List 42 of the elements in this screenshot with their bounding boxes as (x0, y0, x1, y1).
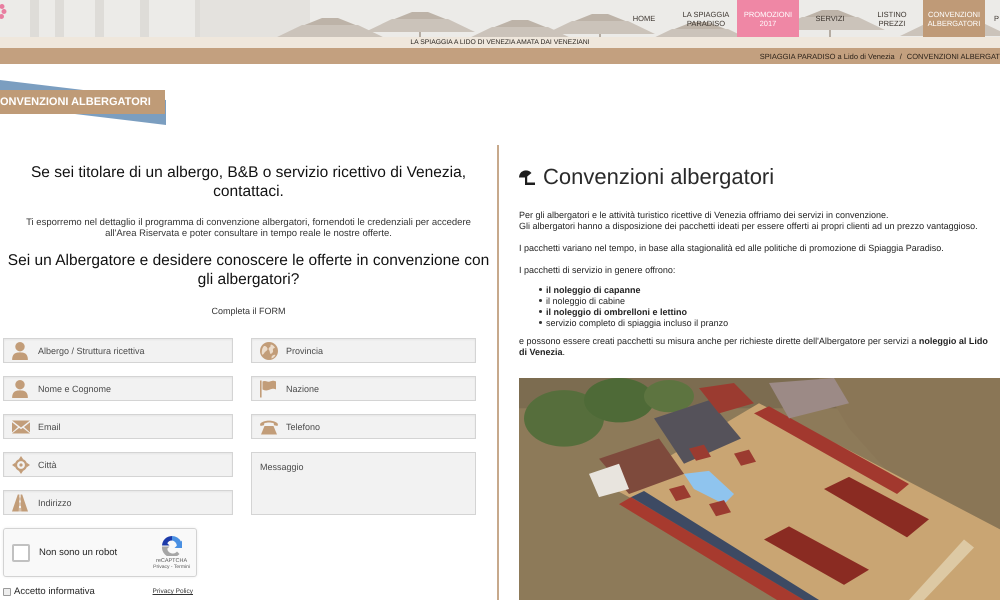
consent-label: Accetto informativa (14, 586, 95, 597)
list-item-text: servizio completo di spiaggia incluso il pranzo (546, 318, 728, 328)
input-field[interactable]: Albergo / Struttura ricettiva (3, 338, 233, 363)
person-icon (12, 380, 28, 398)
intro-text: Ti esporremo nel dettaglio il programma di convenzione albergatori, fornendoti le credenziali per accedere all'Area Riservata e poter consultare in tempo reale le nostre offerte. (25, 217, 472, 239)
paragraph-text: I pacchetti di servizio in genere offrono: (519, 265, 676, 276)
input-field[interactable]: Nome e Cognome (3, 376, 233, 401)
phone-icon (260, 419, 278, 434)
list-item-text: il noleggio di ombrelloni e lettino (546, 306, 687, 316)
consent-checkbox[interactable] (3, 588, 11, 596)
umbrella-icon (519, 169, 535, 185)
envelope-icon (12, 420, 30, 433)
page-title: ONVENZIONI ALBERGATORI (0, 90, 165, 114)
input-field[interactable]: Email (3, 414, 233, 439)
recaptcha-icon (162, 536, 182, 556)
input-field[interactable]: Telefono (251, 414, 476, 439)
road-icon (12, 494, 28, 511)
heading: Se sei titolare di un albergo, B&B o servizio ricettivo di Venezia, contattaci. (30, 163, 468, 201)
section-title: Convenzioni albergatori (543, 163, 774, 191)
list-item-text: il noleggio di cabine (546, 296, 626, 306)
input-field[interactable]: Nazione (251, 376, 476, 401)
captcha-label: Non sono un robot (39, 547, 118, 558)
form-label: Completa il FORM (211, 306, 286, 317)
bullet-icon (539, 299, 542, 302)
input-field[interactable]: Indirizzo (3, 490, 233, 515)
heading: Sei un Albergatore e desidere conoscere le offerte in convenzione con gli albergatori? (6, 251, 490, 289)
input-field[interactable]: Città (3, 452, 233, 477)
crosshair-icon (12, 456, 30, 474)
flower-icon (0, 4, 6, 19)
paragraph-text: Per gli albergatori e le attività turistico ricettive di Venezia offriamo dei servizi in convenzione. Gli albergatori hanno a disposizione dei pacchetti ideati per essere offerti ai propri clienti ad un prezzo vantaggioso. (519, 210, 979, 232)
paragraph-text: I pacchetti variano nel tempo, in base alla stagionalità ed alle politiche di promozione di Spiaggia Paradiso. (519, 243, 945, 254)
flag-icon (260, 380, 276, 397)
bullet-icon (539, 288, 542, 291)
globe-icon (260, 342, 278, 360)
bullet-icon (539, 321, 542, 324)
message-field[interactable]: Messaggio (251, 452, 476, 515)
paragraph-text: e possono essere creati pacchetti su misura anche per richieste dirette dell'Albergatore per servizi a noleggio al Lido di Venezia. (519, 336, 989, 358)
person-icon (12, 342, 28, 360)
bullet-icon (539, 310, 542, 313)
input-field[interactable]: Provincia (251, 338, 476, 363)
captcha-checkbox[interactable] (12, 544, 30, 562)
list-item-text: il noleggio di capanne (546, 284, 641, 294)
